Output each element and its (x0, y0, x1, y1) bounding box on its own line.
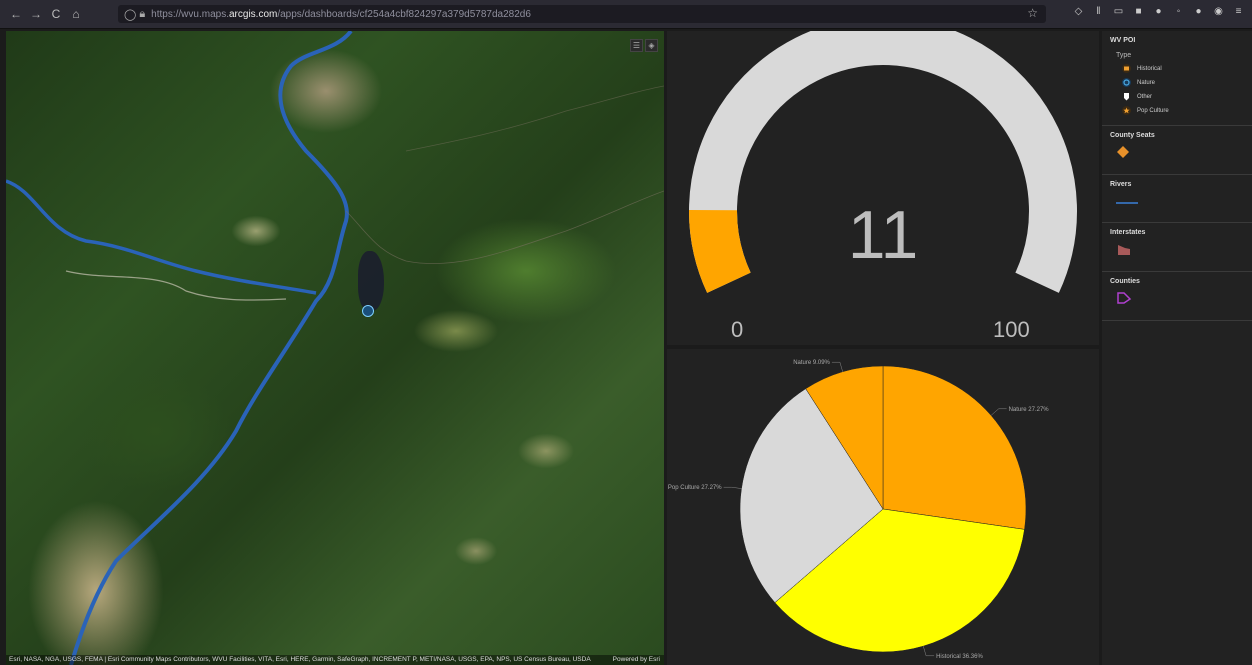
basemap-icon[interactable]: ◈ (645, 39, 658, 52)
pie-leader-line (923, 646, 935, 657)
gauge-value: 11 (847, 197, 919, 273)
legend-county-seats: County Seats (1102, 126, 1252, 175)
gauge-dial (688, 31, 1077, 293)
legend-panel: WV POI Type Historical Nature Other Pop … (1102, 31, 1252, 665)
layer-list-icon[interactable]: ☰ (630, 39, 643, 52)
account-icon[interactable]: ● (1193, 6, 1204, 17)
historical-icon (1122, 64, 1131, 73)
pocket-icon[interactable]: ◇ (1073, 6, 1084, 17)
github-icon[interactable]: ● (1153, 6, 1164, 17)
map-attribution: Esri, NASA, NGA, USGS, FEMA | Esri Commu… (6, 655, 664, 665)
legend-rivers: Rivers (1102, 175, 1252, 223)
pie-leader-line (723, 486, 742, 489)
pie-label: Nature 9.09% (793, 360, 830, 366)
other-icon (1122, 92, 1131, 101)
county-seat-diamond-icon (1117, 146, 1129, 158)
legend-subtitle: Type (1116, 52, 1132, 59)
legend-title: County Seats (1110, 132, 1155, 139)
lake-area (358, 251, 384, 311)
bookmark-star-icon[interactable]: ☆ (1027, 6, 1038, 20)
lock-icon: 🔒︎ (139, 7, 146, 20)
pop-culture-icon (1122, 106, 1131, 115)
pie-chart-widget: Nature 27.27% Historical 36.36% Pop Cultur… (667, 349, 1099, 665)
pie-label: Nature 27.27% (1009, 407, 1050, 413)
library-icon[interactable]: ‖ (1093, 6, 1104, 17)
interstate-polygon-icon (1118, 245, 1130, 255)
pie-leader-line (831, 361, 843, 372)
gauge-max-label: 100 (993, 317, 1030, 342)
river-line-icon (1116, 202, 1138, 204)
address-bar[interactable]: ◯ 🔒︎ https://wvu.maps.arcgis.com/apps/da… (118, 5, 1046, 23)
sidebar-icon[interactable]: ▭ (1113, 6, 1124, 17)
forward-button[interactable]: → (28, 6, 44, 22)
reader-icon[interactable]: ■ (1133, 6, 1144, 17)
legend-item-pop-culture: Pop Culture (1122, 106, 1244, 115)
nature-poi-marker[interactable] (362, 305, 374, 317)
powered-by-esri[interactable]: Powered by Esri (613, 655, 660, 665)
browser-extension-icons: ◇ ‖ ▭ ■ ● ◦ ● ◉ ≡ (1073, 6, 1244, 17)
legend-title: Rivers (1110, 181, 1132, 188)
pie-label: Historical 36.36% (936, 654, 983, 660)
extension-icon[interactable]: ◦ (1173, 6, 1184, 17)
satellite-map[interactable]: ☰ ◈ Esri, NASA, NGA, USGS, FEMA | Esri C… (6, 31, 664, 665)
menu-icon[interactable]: ≡ (1233, 6, 1244, 17)
pie-slice[interactable] (882, 365, 1027, 530)
legend-interstates: Interstates (1102, 223, 1252, 272)
pie-leader-line (990, 408, 1007, 416)
legend-title: Interstates (1110, 229, 1146, 236)
county-polygon-icon (1117, 292, 1132, 304)
legend-title: WV POI (1110, 37, 1136, 44)
back-button[interactable]: ← (8, 6, 24, 22)
pie-label: Pop Culture 27.27% (668, 485, 722, 491)
legend-title: Counties (1110, 278, 1140, 285)
legend-wv-poi: WV POI Type Historical Nature Other Pop … (1102, 31, 1252, 126)
gauge-widget: 11 0 100 (667, 31, 1099, 345)
legend-item-other: Other (1122, 92, 1244, 101)
browser-toolbar: ← → C ⌂ ◯ 🔒︎ https://wvu.maps.arcgis.com… (0, 0, 1252, 29)
map-rivers (6, 31, 664, 665)
shield-icon: ◯ (124, 8, 137, 21)
legend-item-label: Nature (1137, 79, 1156, 86)
home-button[interactable]: ⌂ (68, 6, 84, 22)
profile-icon[interactable]: ◉ (1213, 6, 1224, 17)
gauge-min-label: 0 (731, 317, 744, 342)
legend-item-label: Pop Culture (1137, 107, 1169, 114)
pie-chart: Nature 27.27% Historical 36.36% Pop Cultur… (668, 360, 1050, 660)
map-tools: ☰ ◈ (630, 39, 658, 52)
legend-item-label: Historical (1137, 65, 1162, 72)
url-text: https://wvu.maps.arcgis.com/apps/dashboa… (151, 8, 531, 20)
legend-item-label: Other (1137, 93, 1153, 100)
legend-counties: Counties (1102, 272, 1252, 321)
legend-item-nature: Nature (1122, 78, 1244, 87)
reload-button[interactable]: C (48, 6, 64, 22)
nature-icon (1122, 78, 1131, 87)
legend-item-historical: Historical (1122, 64, 1244, 73)
